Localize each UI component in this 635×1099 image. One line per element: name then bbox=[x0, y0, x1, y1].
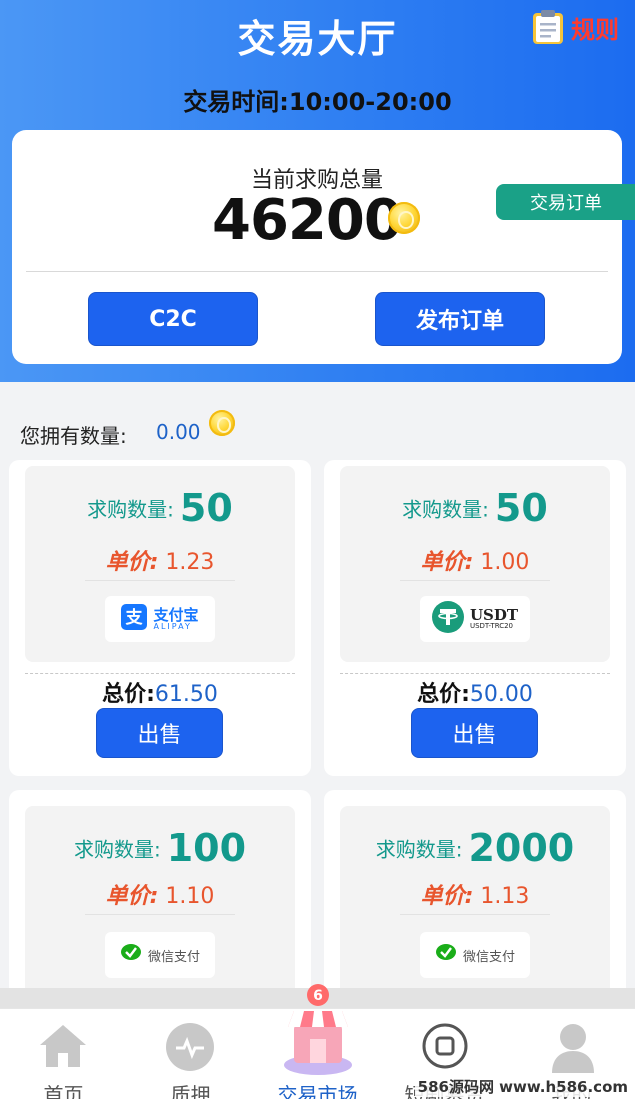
alipay-icon: 支 bbox=[121, 604, 148, 634]
balance-label: 您拥有数量: bbox=[20, 424, 127, 448]
listing-details: 求购数量: 50 单价: 1.00 USDT USDT-TRC20 bbox=[340, 466, 610, 662]
quantity-label: 求购数量: bbox=[73, 837, 161, 862]
summary-card: 当前求购总量 46200 交易订单 C2C 发布订单 bbox=[12, 130, 635, 364]
price-row: 单价: 1.10 bbox=[25, 878, 295, 910]
c2c-button[interactable]: C2C bbox=[88, 292, 258, 346]
listing-details: 求购数量: 100 单价: 1.10 微信支付 bbox=[25, 806, 295, 1010]
price-value: 1.13 bbox=[480, 884, 530, 909]
quantity-row: 求购数量: 50 bbox=[340, 486, 610, 530]
dotted-divider bbox=[25, 673, 295, 674]
pulse-icon bbox=[166, 1023, 214, 1075]
header-banner: 交易大厅 规则 交易时间:10:00-20:00 当前求购总量 46200 交易… bbox=[0, 0, 635, 382]
quantity-value: 100 bbox=[166, 826, 247, 870]
listing-card: 求购数量: 50 单价: 1.00 USDT USDT-TRC20 总价:50.0… bbox=[324, 460, 626, 776]
total-row: 总价:61.50 bbox=[9, 676, 311, 708]
payment-method-badge: 支 支付宝 ALIPAY bbox=[105, 596, 215, 642]
quantity-label: 求购数量: bbox=[87, 497, 174, 522]
payment-name: USDT bbox=[469, 605, 519, 624]
publish-order-button[interactable]: 发布订单 bbox=[375, 292, 545, 346]
price-row: 单价: 1.23 bbox=[25, 544, 295, 576]
dotted-divider bbox=[340, 673, 610, 674]
payment-method-badge: 微信支付 bbox=[105, 932, 215, 978]
coin-icon bbox=[388, 202, 420, 234]
coin-icon bbox=[209, 410, 235, 436]
quantity-row: 求购数量: 100 bbox=[25, 826, 295, 870]
listing-details: 求购数量: 50 单价: 1.23 支 支付宝 ALIPAY bbox=[25, 466, 295, 662]
quantity-value: 50 bbox=[179, 486, 233, 530]
svg-text:支: 支 bbox=[126, 607, 144, 628]
trade-orders-tab[interactable]: 交易订单 bbox=[496, 184, 635, 220]
quantity-value: 2000 bbox=[468, 826, 575, 870]
divider bbox=[400, 580, 550, 581]
payment-name: 微信支付 bbox=[462, 949, 515, 965]
tab-staking[interactable]: 质押 bbox=[127, 1009, 254, 1099]
listing-card: 求购数量: 50 单价: 1.23 支 支付宝 ALIPAY 总价:61.50 出… bbox=[9, 460, 311, 776]
square-circle-icon bbox=[422, 1023, 468, 1073]
sell-button[interactable]: 出售 bbox=[96, 708, 223, 758]
price-label: 单价: bbox=[420, 884, 474, 909]
total-demand-value: 46200 bbox=[212, 188, 403, 253]
wechat-pay-icon bbox=[120, 943, 142, 967]
total-label: 总价: bbox=[102, 682, 155, 707]
payment-name: 支付宝 bbox=[153, 605, 199, 624]
payment-method-badge: USDT USDT-TRC20 bbox=[420, 596, 530, 642]
price-value: 1.00 bbox=[480, 550, 530, 575]
user-icon bbox=[550, 1023, 596, 1077]
price-label: 单价: bbox=[105, 884, 159, 909]
tab-home[interactable]: 首页 bbox=[0, 1009, 127, 1099]
quantity-row: 求购数量: 50 bbox=[25, 486, 295, 530]
payment-method-badge: 微信支付 bbox=[420, 932, 530, 978]
quantity-label: 求购数量: bbox=[375, 837, 463, 862]
divider bbox=[85, 914, 235, 915]
price-label: 单价: bbox=[420, 550, 474, 575]
rules-label: 规则 bbox=[571, 15, 619, 44]
divider bbox=[26, 271, 608, 272]
total-row: 总价:50.00 bbox=[324, 676, 626, 708]
clipboard-icon bbox=[531, 8, 565, 46]
price-row: 单价: 1.00 bbox=[340, 544, 610, 576]
divider bbox=[85, 580, 235, 581]
total-value: 50.00 bbox=[469, 682, 533, 707]
price-value: 1.10 bbox=[165, 884, 215, 909]
listing-card: 求购数量: 2000 单价: 1.13 微信支付 bbox=[324, 790, 626, 1010]
listing-card: 求购数量: 100 单价: 1.10 微信支付 bbox=[9, 790, 311, 1010]
quantity-row: 求购数量: 2000 bbox=[340, 826, 610, 870]
payment-sub: USDT-TRC20 bbox=[469, 622, 514, 631]
rules-button[interactable]: 规则 bbox=[531, 8, 619, 46]
balance-value: 0.00 bbox=[156, 420, 201, 444]
svg-text:6: 6 bbox=[313, 988, 323, 1004]
divider bbox=[400, 914, 550, 915]
price-row: 单价: 1.13 bbox=[340, 878, 610, 910]
home-icon bbox=[38, 1023, 88, 1073]
wechat-pay-icon bbox=[435, 943, 457, 967]
total-label: 总价: bbox=[417, 682, 470, 707]
watermark: 586源码网 www.h586.com bbox=[414, 1076, 631, 1097]
sell-button[interactable]: 出售 bbox=[411, 708, 538, 758]
listing-details: 求购数量: 2000 单价: 1.13 微信支付 bbox=[340, 806, 610, 1010]
tab-market[interactable]: 6 交易市场 bbox=[254, 984, 381, 1099]
price-value: 1.23 bbox=[165, 550, 215, 575]
tab-label: 质押 bbox=[170, 1083, 211, 1099]
quantity-label: 求购数量: bbox=[402, 497, 489, 522]
price-label: 单价: bbox=[105, 550, 159, 575]
payment-sub: ALIPAY bbox=[153, 621, 192, 631]
market-store-icon: 6 bbox=[278, 981, 358, 1081]
payment-name: 微信支付 bbox=[147, 949, 200, 965]
tab-label: 交易市场 bbox=[277, 1083, 358, 1099]
quantity-value: 50 bbox=[494, 486, 548, 530]
tether-icon bbox=[431, 601, 464, 637]
trading-hours: 交易时间:10:00-20:00 bbox=[183, 88, 452, 116]
tab-label: 首页 bbox=[43, 1083, 84, 1099]
total-value: 61.50 bbox=[154, 682, 218, 707]
